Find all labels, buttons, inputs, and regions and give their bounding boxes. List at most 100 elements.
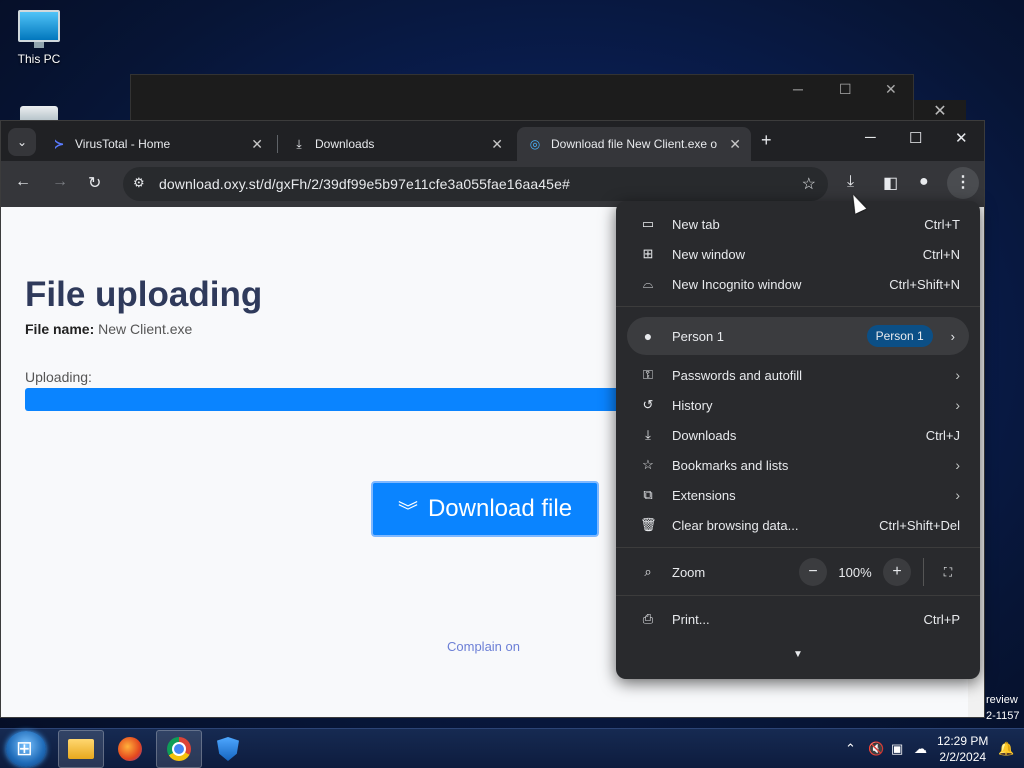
file-explorer-icon xyxy=(68,739,94,759)
defender-icon xyxy=(217,737,239,761)
menu-item-label: History xyxy=(672,397,713,413)
zoom-controls: − 100% + ⛶ xyxy=(799,558,962,586)
taskbar: ⌃ 🔇 ▣ ☁ 12:29 PM 2/2/2024 🔔 xyxy=(0,728,1024,768)
menu-item-shortcut: Ctrl+P xyxy=(923,611,960,627)
menu-item-clear-data[interactable]: 🗑 Clear browsing data... Ctrl+Shift+Del xyxy=(616,510,980,540)
menu-item-downloads[interactable]: ⤓ Downloads Ctrl+J xyxy=(616,420,980,450)
person-icon: ● xyxy=(643,328,653,344)
menu-item-zoom: ⌕ Zoom − 100% + ⛶ xyxy=(616,556,980,588)
key-icon: ⚿ xyxy=(643,367,653,382)
taskbar-chrome[interactable] xyxy=(156,730,202,768)
watermark-text: review xyxy=(986,694,1018,706)
firefox-icon xyxy=(118,737,142,761)
download-icon[interactable]: ⤓ xyxy=(847,173,854,191)
tab-virustotal[interactable]: ≻ VirusTotal - Home ✕ xyxy=(41,127,273,161)
minimize-icon[interactable]: ─ xyxy=(865,129,876,146)
tab-title: Downloads xyxy=(315,137,375,151)
zoom-icon: ⌕ xyxy=(644,564,652,579)
menu-item-new-window[interactable]: ⊞ New window Ctrl+N xyxy=(616,239,980,269)
tray-expand-icon[interactable]: ⌃ xyxy=(845,741,856,757)
maximize-icon[interactable]: ☐ xyxy=(839,81,852,98)
chrome-menu-button[interactable]: ⋮ xyxy=(947,167,979,199)
new-tab-button[interactable]: + xyxy=(761,130,772,151)
network-icon[interactable]: ▣ xyxy=(891,741,903,757)
menu-item-shortcut: Ctrl+N xyxy=(922,246,960,262)
site-info-icon[interactable]: ⚙ xyxy=(133,175,145,191)
menu-item-label: New tab xyxy=(672,216,720,232)
fullscreen-icon[interactable]: ⛶ xyxy=(934,558,962,586)
new-window-icon: ⊞ xyxy=(642,246,654,261)
address-bar[interactable]: ⚙ download.oxy.st/d/gxFh/2/39df99e5b97e1… xyxy=(123,167,828,201)
bookmark-star-icon[interactable]: ☆ xyxy=(802,174,816,194)
desktop-icon-this-pc[interactable]: This PC xyxy=(8,10,70,66)
close-icon[interactable]: ✕ xyxy=(955,129,968,147)
complain-link[interactable]: Complain on xyxy=(447,639,520,654)
tab-separator xyxy=(277,135,278,153)
menu-item-new-tab[interactable]: ▭ New tab Ctrl+T xyxy=(616,209,980,239)
forward-button[interactable]: → xyxy=(52,173,68,191)
menu-item-label: Extensions xyxy=(672,487,736,503)
volume-muted-icon[interactable]: 🔇 xyxy=(868,741,884,757)
notification-bell-icon[interactable]: 🔔 xyxy=(998,741,1014,757)
menu-item-shortcut: Ctrl+Shift+Del xyxy=(879,517,960,533)
taskbar-firefox[interactable] xyxy=(107,730,153,768)
download-file-button[interactable]: ︾ Download file xyxy=(371,481,599,537)
new-tab-icon: ▭ xyxy=(641,216,655,231)
tab-search-button[interactable]: ⌄ xyxy=(8,128,36,156)
menu-divider xyxy=(616,595,980,596)
menu-item-extensions[interactable]: ⧉ Extensions › xyxy=(616,480,980,510)
back-button[interactable]: ← xyxy=(15,173,31,191)
uploading-label: Uploading: xyxy=(25,369,92,385)
profile-icon[interactable]: ● xyxy=(919,173,929,191)
chevron-right-icon: › xyxy=(955,397,960,413)
taskbar-file-explorer[interactable] xyxy=(58,730,104,768)
star-icon: ☆ xyxy=(642,457,654,472)
menu-divider xyxy=(616,306,980,307)
minimize-icon[interactable]: ─ xyxy=(793,81,803,97)
chrome-icon xyxy=(167,737,191,761)
url-text: download.oxy.st/d/gxFh/2/39df99e5b97e11c… xyxy=(159,176,570,192)
tab-download-file[interactable]: ◎ Download file New Client.exe o ✕ xyxy=(517,127,751,161)
menu-divider xyxy=(616,547,980,548)
menu-item-label: Downloads xyxy=(672,427,737,443)
menu-item-person[interactable]: ● Person 1 Person 1 › xyxy=(627,317,969,355)
menu-item-shortcut: Ctrl+T xyxy=(924,216,960,232)
tab-strip: ⌄ ≻ VirusTotal - Home ✕ ⤓ Downloads ✕ ◎ … xyxy=(1,121,984,161)
tab-downloads[interactable]: ⤓ Downloads ✕ xyxy=(281,127,513,161)
tab-close-icon[interactable]: ✕ xyxy=(729,136,741,153)
reload-button[interactable]: ↻ xyxy=(88,173,101,193)
menu-item-passwords[interactable]: ⚿ Passwords and autofill › xyxy=(616,360,980,390)
incognito-icon: ⌓ xyxy=(642,276,654,291)
menu-item-history[interactable]: ↺ History › xyxy=(616,390,980,420)
clock-date: 2/2/2024 xyxy=(939,750,987,764)
desktop-icon-label: This PC xyxy=(17,52,61,66)
chrome-menu: ▭ New tab Ctrl+T ⊞ New window Ctrl+N ⌓ N… xyxy=(616,201,980,679)
close-icon[interactable]: ✕ xyxy=(885,81,897,98)
zoom-out-button[interactable]: − xyxy=(799,558,827,586)
chevron-down-icon: ⌄ xyxy=(16,135,28,149)
menu-item-new-incognito[interactable]: ⌓ New Incognito window Ctrl+Shift+N xyxy=(616,269,980,299)
chevron-right-icon: › xyxy=(955,457,960,473)
zoom-in-button[interactable]: + xyxy=(883,558,911,586)
trash-icon: 🗑 xyxy=(640,517,657,532)
puzzle-icon: ⧉ xyxy=(643,487,653,502)
maximize-icon[interactable]: ☐ xyxy=(909,129,922,147)
more-vert-icon: ⋮ xyxy=(955,174,971,191)
system-clock[interactable]: 12:29 PM 2/2/2024 xyxy=(937,733,988,765)
menu-item-label: New window xyxy=(672,246,745,262)
download-file-label: Download file xyxy=(427,495,573,522)
chevron-right-icon: › xyxy=(950,328,955,344)
cloud-offline-icon[interactable]: ☁ xyxy=(914,741,927,757)
person-label: Person 1 xyxy=(672,328,725,344)
clock-time: 12:29 PM xyxy=(937,734,989,748)
side-panel-icon[interactable]: ◧ xyxy=(883,173,898,193)
menu-item-print[interactable]: ⎙ Print... Ctrl+P xyxy=(616,604,980,634)
menu-item-bookmarks[interactable]: ☆ Bookmarks and lists › xyxy=(616,450,980,480)
tab-close-icon[interactable]: ✕ xyxy=(491,136,503,153)
taskbar-defender[interactable] xyxy=(205,730,251,768)
chevron-right-icon: › xyxy=(955,367,960,383)
start-button[interactable] xyxy=(6,731,46,767)
watermark-text: 2-1157 xyxy=(986,710,1020,722)
tab-close-icon[interactable]: ✕ xyxy=(251,136,263,153)
menu-scroll-down-icon[interactable]: ▼ xyxy=(616,649,980,660)
